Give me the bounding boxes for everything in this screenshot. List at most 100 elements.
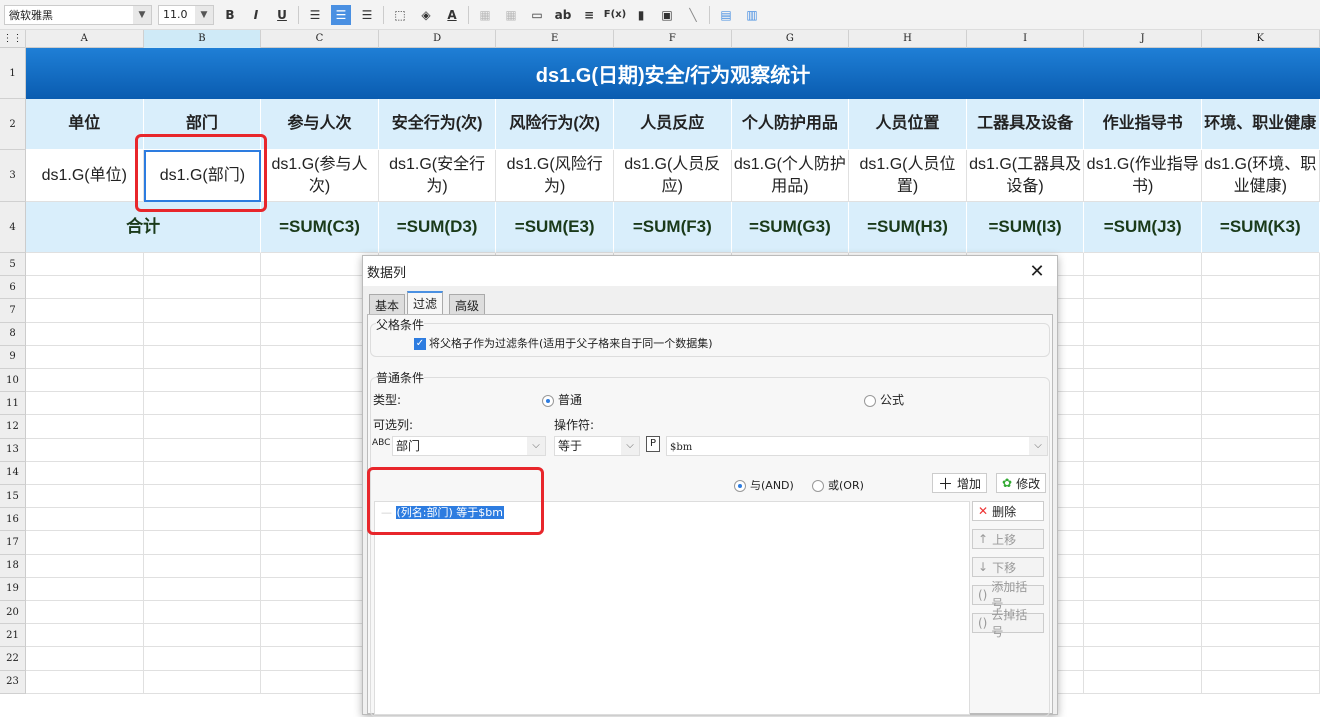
row-header-14[interactable]: 14 bbox=[0, 461, 26, 485]
row-header-21[interactable]: 21 bbox=[0, 624, 26, 648]
header-cell[interactable]: 人员位置 bbox=[849, 99, 967, 150]
empty-cell[interactable] bbox=[143, 253, 262, 277]
column-header-B[interactable]: B bbox=[143, 30, 262, 48]
empty-cell[interactable] bbox=[1202, 508, 1320, 532]
data-cell[interactable]: ds1.G(作业指导书) bbox=[1084, 150, 1202, 202]
empty-cell[interactable] bbox=[26, 415, 144, 439]
empty-cell[interactable] bbox=[26, 508, 144, 532]
data-cell[interactable]: ds1.G(工器具及设备) bbox=[966, 150, 1085, 202]
empty-cell[interactable] bbox=[1084, 577, 1202, 601]
header-cell[interactable]: 单位 bbox=[26, 99, 144, 150]
empty-cell[interactable] bbox=[143, 299, 262, 323]
row-header-5[interactable]: 5 bbox=[0, 253, 26, 277]
empty-cell[interactable] bbox=[26, 345, 144, 369]
column-header-J[interactable]: J bbox=[1084, 30, 1202, 48]
empty-cell[interactable] bbox=[26, 554, 144, 578]
empty-cell[interactable] bbox=[1202, 299, 1320, 323]
row-header-12[interactable]: 12 bbox=[0, 415, 26, 439]
tab-filter[interactable]: 过滤 bbox=[407, 291, 444, 315]
operator-select[interactable]: 等于 ⌵ bbox=[554, 436, 640, 456]
row-header-6[interactable]: 6 bbox=[0, 276, 26, 300]
row-header-15[interactable]: 15 bbox=[0, 485, 26, 509]
slash-icon[interactable]: ╲ bbox=[683, 5, 703, 25]
empty-cell[interactable] bbox=[1084, 485, 1202, 509]
empty-cell[interactable] bbox=[1084, 670, 1202, 694]
empty-cell[interactable] bbox=[26, 438, 144, 462]
empty-cell[interactable] bbox=[26, 253, 144, 277]
empty-cell[interactable] bbox=[1084, 601, 1202, 625]
text-button[interactable]: ab bbox=[553, 5, 573, 25]
row-header-3[interactable]: 3 bbox=[0, 150, 26, 202]
chart-icon[interactable]: ▮ bbox=[631, 5, 651, 25]
empty-cell[interactable] bbox=[26, 322, 144, 346]
add-button[interactable]: ＋增加 bbox=[932, 473, 988, 493]
empty-cell[interactable] bbox=[26, 577, 144, 601]
data-cell[interactable]: ds1.G(安全行为) bbox=[378, 150, 497, 202]
tab-basic[interactable]: 基本 bbox=[369, 294, 406, 314]
empty-cell[interactable] bbox=[143, 508, 262, 532]
empty-cell[interactable] bbox=[143, 322, 262, 346]
empty-cell[interactable] bbox=[1084, 647, 1202, 671]
italic-button[interactable]: I bbox=[246, 5, 266, 25]
empty-cell[interactable] bbox=[1202, 438, 1320, 462]
empty-cell[interactable] bbox=[1202, 253, 1320, 277]
parent-filter-checkbox[interactable]: ✓ 将父格子作为过滤条件(适用于父子格来自于同一个数据集) bbox=[414, 335, 713, 351]
value-input[interactable]: $bm ⌵ bbox=[666, 436, 1048, 456]
sum-cell[interactable]: =SUM(D3) bbox=[378, 202, 497, 253]
empty-cell[interactable] bbox=[1084, 276, 1202, 300]
empty-cell[interactable] bbox=[1202, 670, 1320, 694]
empty-cell[interactable] bbox=[1202, 624, 1320, 648]
empty-cell[interactable] bbox=[1202, 461, 1320, 485]
row-header-23[interactable]: 23 bbox=[0, 670, 26, 694]
border-icon[interactable]: ⬚ bbox=[390, 5, 410, 25]
empty-cell[interactable] bbox=[143, 369, 262, 393]
data-cell[interactable]: ds1.G(人员位置) bbox=[849, 150, 967, 202]
header-cell[interactable]: 作业指导书 bbox=[1084, 99, 1202, 150]
sum-cell[interactable]: =SUM(E3) bbox=[496, 202, 614, 253]
empty-cell[interactable] bbox=[26, 485, 144, 509]
empty-cell[interactable] bbox=[143, 345, 262, 369]
unmerge-icon[interactable]: ▦ bbox=[501, 5, 521, 25]
empty-cell[interactable] bbox=[1202, 554, 1320, 578]
select-all-corner[interactable]: ⋮⋮ bbox=[0, 30, 26, 48]
empty-cell[interactable] bbox=[1202, 345, 1320, 369]
row-header-10[interactable]: 10 bbox=[0, 369, 26, 393]
merge-icon[interactable]: ▦ bbox=[475, 5, 495, 25]
sum-cell[interactable]: =SUM(G3) bbox=[731, 202, 850, 253]
empty-cell[interactable] bbox=[1202, 276, 1320, 300]
column-header-I[interactable]: I bbox=[967, 30, 1085, 48]
row-header-1[interactable]: 1 bbox=[0, 48, 26, 99]
text-field-icon[interactable]: ▭ bbox=[527, 5, 547, 25]
data-cell[interactable]: ds1.G(个人防护用品) bbox=[731, 150, 850, 202]
empty-cell[interactable] bbox=[1084, 438, 1202, 462]
column-select[interactable]: 部门 ⌵ bbox=[392, 436, 546, 456]
empty-cell[interactable] bbox=[143, 276, 262, 300]
row-header-13[interactable]: 13 bbox=[0, 438, 26, 462]
remove-bracket-button[interactable]: () 去掉括号 bbox=[972, 608, 1044, 639]
empty-cell[interactable] bbox=[143, 415, 262, 439]
row-header-8[interactable]: 8 bbox=[0, 322, 26, 346]
font-color-button[interactable]: A bbox=[442, 5, 462, 25]
empty-cell[interactable] bbox=[1084, 415, 1202, 439]
bold-button[interactable]: B bbox=[220, 5, 240, 25]
row-header-18[interactable]: 18 bbox=[0, 554, 26, 578]
empty-cell[interactable] bbox=[26, 461, 144, 485]
column-header-F[interactable]: F bbox=[614, 30, 732, 48]
empty-cell[interactable] bbox=[1202, 531, 1320, 555]
empty-cell[interactable] bbox=[1202, 415, 1320, 439]
add-bracket-button[interactable]: () 添加括号 bbox=[972, 580, 1044, 611]
row-header-7[interactable]: 7 bbox=[0, 299, 26, 323]
empty-cell[interactable] bbox=[1202, 369, 1320, 393]
empty-cell[interactable] bbox=[1084, 461, 1202, 485]
move-down-button[interactable]: ↓ 下移 bbox=[972, 557, 1044, 577]
column-header-A[interactable]: A bbox=[26, 30, 144, 48]
empty-cell[interactable] bbox=[26, 392, 144, 416]
empty-cell[interactable] bbox=[143, 577, 262, 601]
header-cell[interactable]: 人员反应 bbox=[614, 99, 732, 150]
empty-cell[interactable] bbox=[1202, 577, 1320, 601]
empty-cell[interactable] bbox=[1202, 647, 1320, 671]
row-header-16[interactable]: 16 bbox=[0, 508, 26, 532]
empty-cell[interactable] bbox=[26, 670, 144, 694]
row-header-19[interactable]: 19 bbox=[0, 577, 26, 601]
align-right-icon[interactable]: ☰ bbox=[357, 5, 377, 25]
